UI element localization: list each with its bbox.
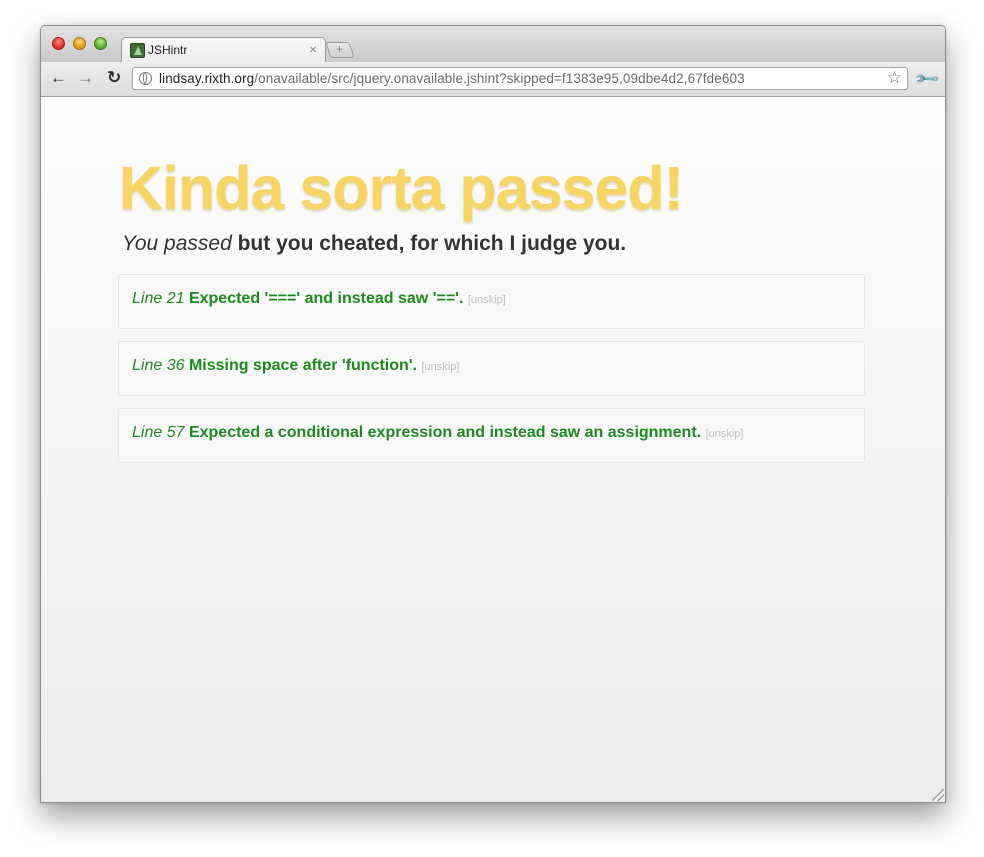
page-headline: Kinda sorta passed! (119, 154, 684, 222)
subline-bold: but you cheated, for which I judge you. (231, 232, 627, 255)
back-arrow-icon[interactable]: ← (50, 68, 67, 88)
unskip-link[interactable]: [unskip] (422, 361, 460, 373)
wrench-icon[interactable]: 🔧 (913, 65, 941, 93)
page-subline: You passed but you cheated, for which I … (122, 232, 626, 256)
address-bar[interactable]: lindsay.rixth.org/onavailable/src/jquery… (132, 67, 908, 90)
bookmark-star-icon[interactable]: ☆ (887, 68, 902, 88)
url-text[interactable]: lindsay.rixth.org/onavailable/src/jquery… (159, 71, 745, 86)
url-path: /onavailable/src/jquery.onavailable.jshi… (254, 71, 745, 86)
lint-message: Expected '===' and instead saw '=='. (188, 290, 464, 307)
lint-message: Missing space after 'function'. (188, 357, 418, 374)
tab-close-icon[interactable]: × (309, 41, 317, 57)
unskip-link[interactable]: [unskip] (468, 294, 506, 306)
zoom-window-button[interactable] (94, 37, 107, 50)
browser-window: JSHintr × + ← → ↻ lindsay.rixth.org/onav… (40, 25, 946, 803)
forward-arrow-icon[interactable]: → (77, 68, 94, 88)
browser-toolbar: ← → ↻ lindsay.rixth.org/onavailable/src/… (41, 62, 945, 97)
tab-jshintr[interactable]: JSHintr × (121, 37, 326, 63)
plus-icon: + (336, 42, 344, 56)
skipped-item: Line 21 Expected '===' and instead saw '… (118, 274, 865, 329)
resize-grip-icon[interactable] (932, 789, 944, 801)
reload-icon[interactable]: ↻ (107, 68, 121, 88)
page-content: Kinda sorta passed! You passed but you c… (41, 97, 945, 802)
line-number: Line 57 (132, 424, 185, 441)
tab-strip: JSHintr × + (41, 26, 945, 63)
new-tab-button[interactable]: + (325, 42, 355, 58)
line-number: Line 36 (132, 357, 185, 374)
subline-italic: You passed (122, 232, 232, 255)
globe-icon (139, 72, 152, 85)
minimize-window-button[interactable] (73, 37, 86, 50)
jshintr-favicon-icon (130, 43, 145, 58)
unskip-link[interactable]: [unskip] (706, 428, 744, 440)
line-number: Line 21 (132, 290, 185, 307)
skipped-item: Line 57 Expected a conditional expressio… (118, 408, 865, 463)
close-window-button[interactable] (52, 37, 65, 50)
lint-message: Expected a conditional expression and in… (188, 424, 702, 441)
skipped-item: Line 36 Missing space after 'function'. … (118, 341, 865, 396)
url-domain: lindsay.rixth.org (159, 71, 255, 86)
tab-title: JSHintr (148, 43, 188, 57)
